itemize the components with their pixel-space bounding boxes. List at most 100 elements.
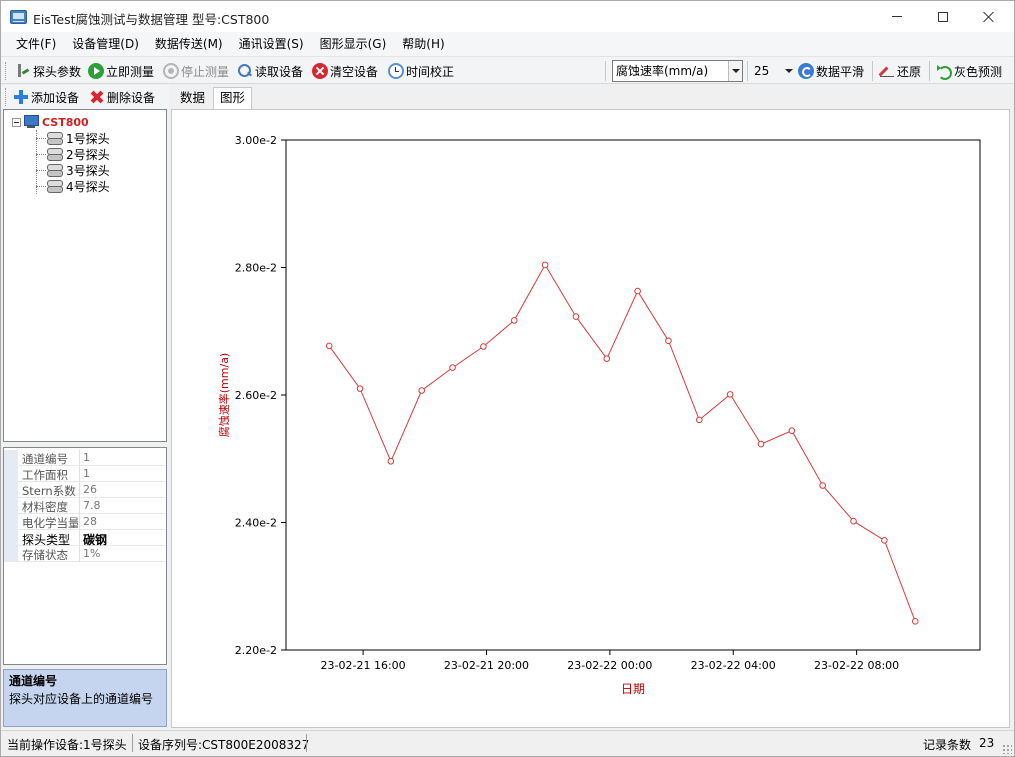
data-point [819, 482, 826, 489]
property-value[interactable]: 1 [83, 467, 90, 480]
data-point [325, 342, 333, 350]
metric-select-value: 腐蚀速率(mm/a) [616, 64, 709, 78]
device-tree: CST800 1号探头 2号探头 3号探头 4号探头 [3, 109, 167, 442]
property-value[interactable]: 28 [83, 515, 97, 528]
probe-device-icon [46, 163, 63, 177]
clear-device-label: 清空设备 [330, 64, 379, 79]
property-name: Stern系数 [22, 484, 76, 498]
tree-connector [36, 153, 46, 155]
x-tick-label: 23-02-21 20:00 [444, 659, 529, 672]
menu-file[interactable]: 文件(F) [8, 34, 64, 54]
restore-label: 还原 [897, 64, 922, 79]
property-value[interactable]: 26 [83, 483, 97, 496]
tab-graph[interactable]: 图形 [213, 87, 253, 110]
property-row[interactable]: Stern系数 26 [4, 482, 166, 498]
toolbar-separator [747, 61, 748, 81]
collapse-icon[interactable] [12, 117, 21, 127]
menu-device-management[interactable]: 设备管理(D) [64, 34, 147, 54]
gray-predict-button[interactable]: 灰色预测 [936, 61, 1002, 81]
y-tick-label: 2.40e-2 [235, 517, 277, 530]
property-row[interactable]: 探头类型 碳钢 [4, 530, 166, 547]
magnifier-icon [237, 63, 253, 79]
property-value[interactable]: 1% [83, 547, 100, 560]
tree-item-label: 2号探头 [66, 147, 110, 162]
menu-data-transfer[interactable]: 数据传送(M) [147, 34, 231, 54]
property-value[interactable]: 7.8 [83, 499, 101, 512]
property-gutter [4, 482, 18, 498]
line-chart[interactable]: 2.20e-2 2.40e-2 2.60e-2 2.80e-2 3.00e-2 23-02… [172, 110, 1009, 727]
property-row[interactable]: 工作面积 1 [4, 466, 166, 482]
description-text: 探头对应设备上的通道编号 [9, 692, 154, 706]
property-name: 存储状态 [22, 548, 68, 562]
menu-help[interactable]: 帮助(H) [394, 34, 452, 54]
toolbar-grip [5, 62, 8, 80]
title-bar: EisTest腐蚀测试与数据管理 型号:CST800 [1, 1, 1014, 32]
app-logo-icon [10, 10, 27, 24]
device-toolbar: 添加设备 删除设备 [1, 85, 169, 109]
delete-device-label: 删除设备 [107, 90, 156, 105]
status-separator [306, 734, 307, 752]
property-row[interactable]: 通道编号 1 [4, 450, 166, 466]
data-point [911, 618, 919, 625]
data-point [665, 337, 672, 345]
y-axis-label: 腐蚀速率(mm/a) [217, 353, 231, 437]
restore-button[interactable]: 还原 [879, 61, 921, 81]
tree-item-probe-1[interactable]: 1号探头 [36, 130, 110, 146]
add-device-label: 添加设备 [31, 90, 80, 105]
delete-device-button[interactable]: 删除设备 [89, 87, 155, 107]
data-smooth-button[interactable]: 数据平滑 [798, 61, 864, 81]
chevron-down-icon[interactable] [728, 61, 742, 81]
resize-grip-icon[interactable] [1002, 744, 1012, 754]
measure-now-button[interactable]: 立即测量 [88, 61, 154, 81]
menu-communication-settings[interactable]: 通讯设置(S) [231, 34, 312, 54]
tree-item-label: 4号探头 [66, 179, 110, 194]
property-table: 通道编号 1 工作面积 1 Stern系数 26 材料密度 7.8 电化学当量 … [4, 450, 166, 562]
y-tick-label: 2.20e-2 [235, 644, 277, 657]
probe-params-label: 探头参数 [33, 64, 82, 79]
data-smooth-label: 数据平滑 [816, 64, 865, 79]
data-point [356, 385, 364, 392]
smooth-count-select[interactable]: 25 [754, 60, 796, 82]
tree-root-node[interactable]: CST800 [12, 114, 89, 130]
stop-icon [163, 63, 179, 79]
add-device-button[interactable]: 添加设备 [13, 87, 79, 107]
app-window: EisTest腐蚀测试与数据管理 型号:CST800 文件(F) 设备管理(D)… [0, 0, 1015, 757]
time-calibrate-label: 时间校正 [406, 64, 455, 79]
toolbar-separator [872, 61, 873, 81]
data-point [696, 416, 703, 424]
plot-area [285, 139, 981, 651]
property-divider [79, 530, 80, 546]
tab-data[interactable]: 数据 [173, 87, 212, 109]
probe-params-button[interactable]: 探头参数 [15, 61, 81, 81]
property-row[interactable]: 存储状态 1% [4, 546, 166, 562]
tree-item-probe-2[interactable]: 2号探头 [36, 146, 110, 162]
property-value[interactable]: 1 [83, 451, 90, 464]
property-row[interactable]: 材料密度 7.8 [4, 498, 166, 514]
x-tick-label: 23-02-22 04:00 [691, 659, 776, 672]
metric-select[interactable]: 腐蚀速率(mm/a) [612, 60, 743, 82]
data-point [881, 537, 888, 544]
clear-device-button[interactable]: 清空设备 [312, 61, 378, 81]
tree-item-label: 1号探头 [66, 131, 110, 146]
property-row[interactable]: 电化学当量 28 [4, 514, 166, 530]
tree-item-probe-4[interactable]: 4号探头 [36, 178, 110, 194]
property-description: 通道编号 探头对应设备上的通道编号 [3, 669, 167, 727]
stop-measure-button[interactable]: 停止测量 [163, 61, 229, 81]
property-gutter [4, 450, 18, 466]
eraser-icon [879, 63, 895, 79]
data-point [726, 391, 734, 398]
read-device-button[interactable]: 读取设备 [237, 61, 303, 81]
y-tick-label: 2.60e-2 [235, 389, 277, 402]
menu-graph-display[interactable]: 图形显示(G) [312, 34, 395, 54]
time-calibrate-button[interactable]: 时间校正 [388, 61, 454, 81]
property-name: 材料密度 [22, 500, 68, 514]
tree-connector [36, 137, 46, 139]
tree-item-label: 3号探头 [66, 163, 110, 178]
data-point [634, 287, 641, 295]
minimize-button[interactable] [874, 1, 920, 32]
description-title: 通道编号 [9, 674, 58, 688]
close-button[interactable] [966, 1, 1012, 32]
maximize-button[interactable] [920, 1, 966, 32]
tree-item-probe-3[interactable]: 3号探头 [36, 162, 110, 178]
maximize-icon [938, 11, 948, 22]
